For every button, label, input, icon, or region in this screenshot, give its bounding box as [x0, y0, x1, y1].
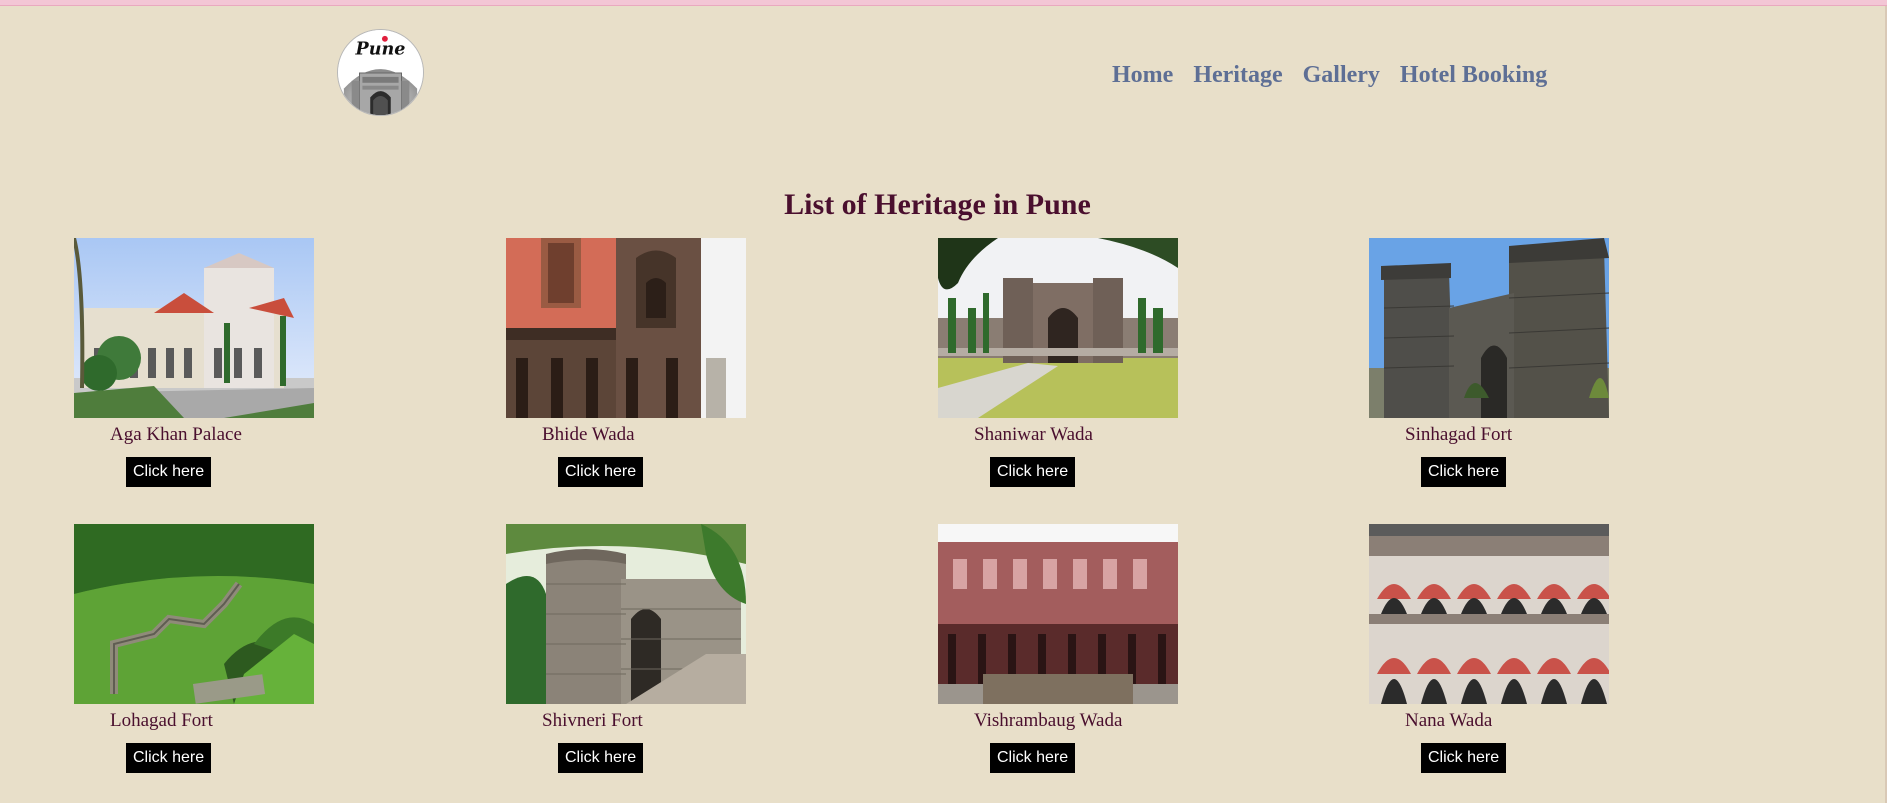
nana-wada-image — [1369, 524, 1609, 704]
logo-text: Pune — [355, 38, 406, 59]
nav-heritage[interactable]: Heritage — [1193, 61, 1282, 89]
heritage-card-bhide-wada: Bhide Wada Click here — [506, 238, 746, 487]
card-label-sinhagad-fort: Sinhagad Fort — [1405, 424, 1513, 445]
click-here-button-bhide-wada[interactable]: Click here — [558, 457, 644, 487]
click-here-button-aga-khan-palace[interactable]: Click here — [126, 457, 212, 487]
card-label-aga-khan-palace: Aga Khan Palace — [110, 424, 242, 445]
page-title: List of Heritage in Pune — [784, 188, 1091, 222]
heritage-card-vishrambaug-wada: Vishrambaug Wada Click here — [938, 524, 1178, 773]
vishrambaug-wada-image — [938, 524, 1178, 704]
click-here-button-shivneri-fort[interactable]: Click here — [558, 743, 644, 773]
heritage-card-nana-wada: Nana Wada Click here — [1369, 524, 1609, 773]
nav-home[interactable]: Home — [1112, 61, 1173, 89]
bhide-wada-image — [506, 238, 746, 418]
pune-logo[interactable]: Pune — [337, 29, 424, 116]
click-here-button-sinhagad-fort[interactable]: Click here — [1421, 457, 1507, 487]
nav-hotel-booking[interactable]: Hotel Booking — [1400, 61, 1547, 89]
heritage-card-aga-khan-palace: Aga Khan Palace Click here — [74, 238, 314, 487]
click-here-button-nana-wada[interactable]: Click here — [1421, 743, 1507, 773]
shaniwar-wada-image — [938, 238, 1178, 418]
heritage-card-shivneri-fort: Shivneri Fort Click here — [506, 524, 746, 773]
heritage-card-shaniwar-wada: Shaniwar Wada Click here — [938, 238, 1178, 487]
main-nav: Home Heritage Gallery Hotel Booking — [1112, 61, 1547, 89]
sinhagad-fort-image — [1369, 238, 1609, 418]
card-label-shivneri-fort: Shivneri Fort — [542, 710, 643, 731]
card-label-nana-wada: Nana Wada — [1405, 710, 1493, 731]
heritage-card-lohagad-fort: Lohagad Fort Click here — [74, 524, 314, 773]
card-label-lohagad-fort: Lohagad Fort — [110, 710, 213, 731]
card-label-bhide-wada: Bhide Wada — [542, 424, 635, 445]
page-top-border — [0, 0, 1887, 6]
heritage-card-sinhagad-fort: Sinhagad Fort Click here — [1369, 238, 1609, 487]
click-here-button-vishrambaug-wada[interactable]: Click here — [990, 743, 1076, 773]
lohagad-fort-image — [74, 524, 314, 704]
nav-gallery[interactable]: Gallery — [1303, 61, 1380, 89]
shivneri-fort-image — [506, 524, 746, 704]
card-label-shaniwar-wada: Shaniwar Wada — [974, 424, 1093, 445]
card-label-vishrambaug-wada: Vishrambaug Wada — [974, 710, 1123, 731]
click-here-button-shaniwar-wada[interactable]: Click here — [990, 457, 1076, 487]
aga-khan-palace-image — [74, 238, 314, 418]
pune-gate-logo-icon: Pune — [338, 30, 423, 115]
click-here-button-lohagad-fort[interactable]: Click here — [126, 743, 212, 773]
